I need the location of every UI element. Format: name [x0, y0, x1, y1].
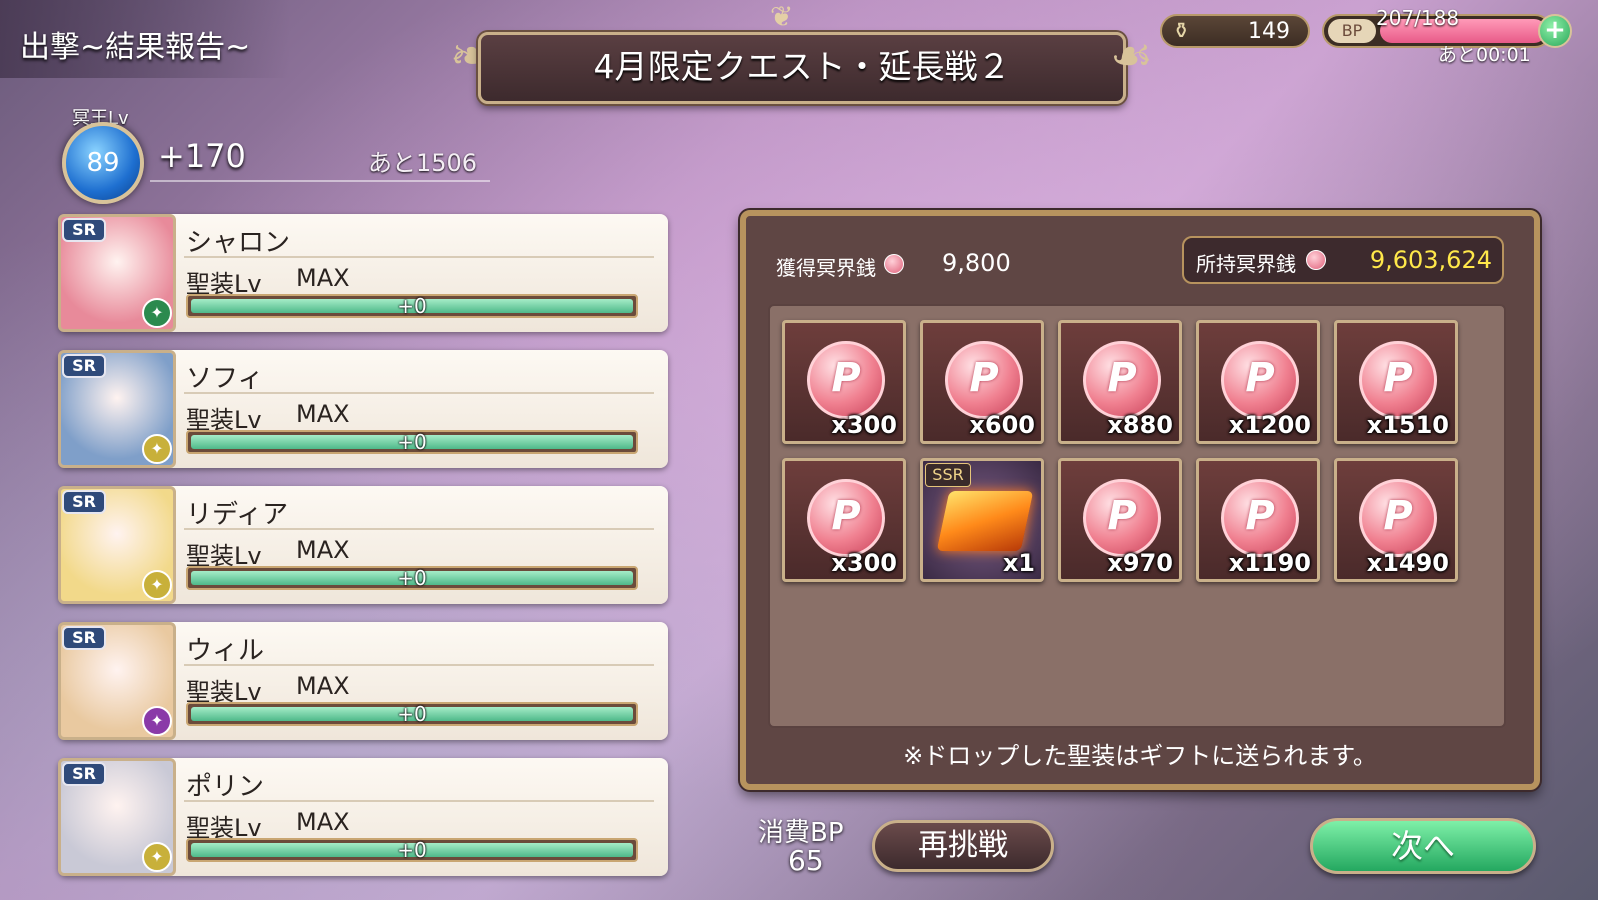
ssr-badge: SSR [925, 463, 971, 487]
light-element-icon: ✦ [142, 842, 172, 872]
item-quantity: x1190 [1228, 549, 1311, 577]
divider [184, 664, 654, 666]
dark-element-icon: ✦ [142, 706, 172, 736]
gear-exp-bar: +0 [186, 566, 638, 590]
item-quantity: x300 [831, 411, 897, 439]
item-quantity: x1200 [1228, 411, 1311, 439]
currency-coin-icon [884, 254, 904, 274]
owned-currency-value: 9,603,624 [1369, 246, 1492, 274]
drop-item-coin[interactable]: Px970 [1058, 458, 1182, 582]
light-element-icon: ✦ [142, 434, 172, 464]
drop-item-coin[interactable]: Px880 [1058, 320, 1182, 444]
item-quantity: x880 [1107, 411, 1173, 439]
drop-item-coin[interactable]: Px1510 [1334, 320, 1458, 444]
crest-ornament-icon: ❦ [770, 0, 794, 33]
gift-notice: ※ドロップした聖装はギフトに送られます。 [903, 742, 1377, 770]
character-card: SR ✦ シャロン 聖装Lv MAX +0 [58, 214, 668, 332]
gear-level-value: MAX [296, 808, 350, 836]
quest-title: 4月限定クエスト・延長戦２ [478, 32, 1126, 104]
rarity-badge: SR [62, 626, 106, 650]
drop-item-coin[interactable]: Px1490 [1334, 458, 1458, 582]
bp-cost-value: 65 [788, 844, 824, 877]
retry-button[interactable]: 再挑戦 [872, 820, 1054, 872]
divider [184, 800, 654, 802]
currency-coin-icon: P [807, 479, 885, 557]
leaf-element-icon: ✦ [142, 298, 172, 328]
add-bp-button[interactable]: + [1538, 14, 1572, 48]
earned-currency-label: 獲得冥界銭 [776, 256, 876, 280]
reward-panel: 獲得冥界銭 9,800 所持冥界銭 9,603,624 Px300 Px600 Px… [740, 210, 1540, 790]
gear-level-value: MAX [296, 264, 350, 292]
character-name: ウィル [186, 636, 265, 666]
player-level-orb: 89 [62, 122, 144, 204]
stamina-value: 149 [1248, 19, 1290, 44]
bp-count: 207/188 [1376, 6, 1460, 30]
currency-coin-icon: P [1359, 341, 1437, 419]
currency-coin-icon [1306, 250, 1326, 270]
drop-item-ssr-gear[interactable]: SSR x1 [920, 458, 1044, 582]
gear-exp-gain: +0 [397, 702, 427, 726]
drop-item-coin[interactable]: Px600 [920, 320, 1044, 444]
gear-exp-gain: +0 [397, 430, 427, 454]
gear-exp-bar: +0 [186, 702, 638, 726]
drop-item-coin[interactable]: Px300 [782, 458, 906, 582]
gold-ingot-icon [936, 491, 1034, 551]
character-name: ポリン [186, 772, 265, 802]
currency-coin-icon: P [1221, 479, 1299, 557]
currency-coin-icon: P [807, 341, 885, 419]
divider [184, 256, 654, 258]
item-quantity: x1490 [1366, 549, 1449, 577]
currency-coin-icon: P [1359, 479, 1437, 557]
screen-title: 出撃~結果報告~ [0, 0, 290, 78]
gear-exp-bar: +0 [186, 838, 638, 862]
currency-coin-icon: P [1083, 341, 1161, 419]
character-card: SR ✦ ウィル 聖装Lv MAX +0 [58, 622, 668, 740]
item-quantity: x970 [1107, 549, 1173, 577]
character-name: シャロン [186, 228, 291, 258]
gear-level-value: MAX [296, 672, 350, 700]
character-card: SR ✦ リディア 聖装Lv MAX +0 [58, 486, 668, 604]
potion-icon: ⚱ [1172, 19, 1191, 44]
gear-level-value: MAX [296, 400, 350, 428]
currency-coin-icon: P [1083, 479, 1161, 557]
gear-level-value: MAX [296, 536, 350, 564]
rarity-badge: SR [62, 354, 106, 378]
gear-exp-gain: +0 [397, 838, 427, 862]
gear-exp-bar: +0 [186, 430, 638, 454]
gear-exp-gain: +0 [397, 566, 427, 590]
owned-currency-label: 所持冥界銭 [1196, 252, 1296, 276]
earned-currency-value: 9,800 [942, 249, 1011, 277]
rarity-badge: SR [62, 490, 106, 514]
rarity-badge: SR [62, 218, 106, 242]
item-quantity: x300 [831, 549, 897, 577]
item-quantity: x600 [969, 411, 1035, 439]
character-name: ソフィ [186, 364, 264, 394]
exp-remaining: あと1506 [368, 149, 478, 177]
rarity-badge: SR [62, 762, 106, 786]
light-element-icon: ✦ [142, 570, 172, 600]
drop-item-grid: Px300 Px600 Px880 Px1200 Px1510 Px300 SSR x1 Px9… [768, 304, 1506, 728]
character-card: SR ✦ ソフィ 聖装Lv MAX +0 [58, 350, 668, 468]
divider [184, 528, 654, 530]
next-button[interactable]: 次へ [1310, 818, 1536, 874]
stamina-counter: ⚱ 149 [1160, 14, 1310, 48]
exp-gain: +170 [158, 137, 246, 175]
item-quantity: x1 [1002, 549, 1035, 577]
item-quantity: x1510 [1366, 411, 1449, 439]
gear-exp-gain: +0 [397, 294, 427, 318]
bp-timer: あと00:01 [1438, 44, 1531, 66]
gear-exp-bar: +0 [186, 294, 638, 318]
currency-coin-icon: P [945, 341, 1023, 419]
character-name: リディア [186, 500, 289, 530]
divider [184, 392, 654, 394]
ornament-right-icon: ☙ [1110, 28, 1154, 84]
divider [150, 180, 490, 182]
bp-label: BP [1328, 19, 1376, 43]
drop-item-coin[interactable]: Px1200 [1196, 320, 1320, 444]
drop-item-coin[interactable]: Px300 [782, 320, 906, 444]
currency-coin-icon: P [1221, 341, 1299, 419]
drop-item-coin[interactable]: Px1190 [1196, 458, 1320, 582]
owned-currency-box: 所持冥界銭 9,603,624 [1182, 236, 1504, 284]
character-card: SR ✦ ポリン 聖装Lv MAX +0 [58, 758, 668, 876]
